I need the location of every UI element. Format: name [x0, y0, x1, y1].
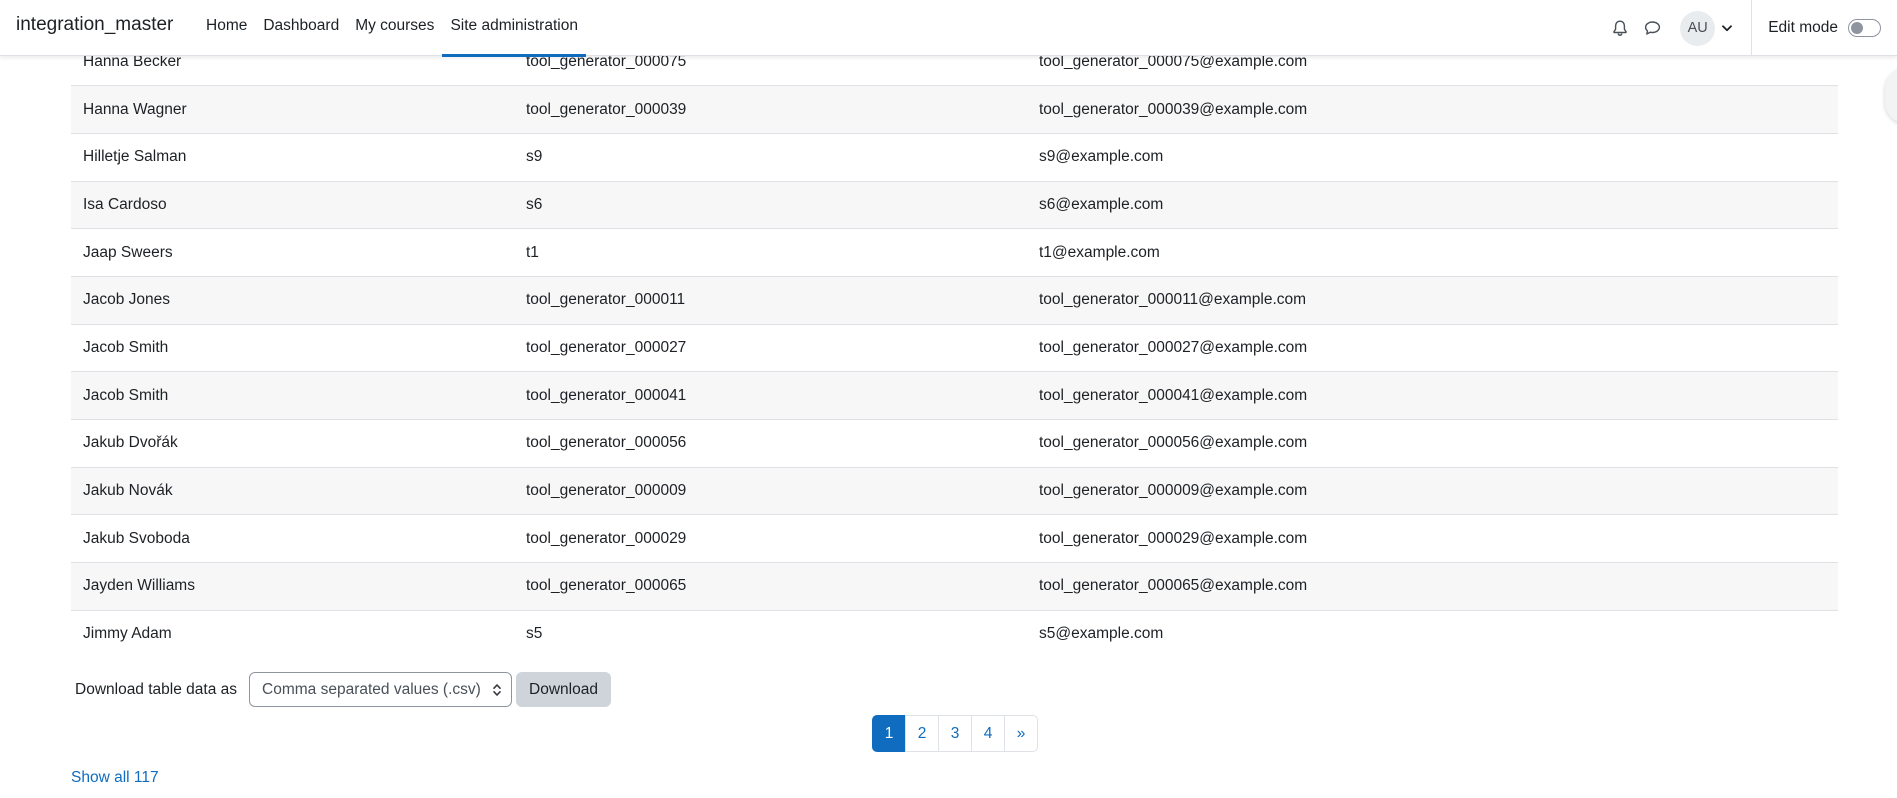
chat-bubble-icon: [1644, 21, 1660, 35]
username-cell: tool_generator_000039: [514, 85, 1027, 134]
notifications-button[interactable]: [1604, 12, 1636, 44]
users-table: Hanna Becker tool_generator_000075 tool_ge…: [71, 38, 1838, 658]
page-1-link[interactable]: 1: [872, 715, 906, 752]
username-cell: s9: [514, 133, 1027, 182]
email-cell: s9@example.com: [1027, 133, 1838, 182]
nav-home[interactable]: Home: [198, 0, 255, 56]
email-cell: tool_generator_000009@example.com: [1027, 467, 1838, 516]
user-fullname-cell: Jayden Williams: [71, 562, 514, 611]
next-page-link[interactable]: »: [1004, 715, 1038, 752]
email-cell: tool_generator_000056@example.com: [1027, 419, 1838, 468]
users-table-body: Hanna Becker tool_generator_000075 tool_ge…: [71, 38, 1838, 658]
table-row: Jacob Jones tool_generator_000011 tool_gen…: [71, 276, 1838, 325]
email-cell: tool_generator_000027@example.com: [1027, 324, 1838, 373]
email-cell: tool_generator_000029@example.com: [1027, 514, 1838, 564]
username-cell: s6: [514, 181, 1027, 230]
top-navbar: integration_master Home Dashboard My cou…: [0, 0, 1897, 57]
page-3-link[interactable]: 3: [938, 715, 972, 752]
user-menu-toggle[interactable]: AU: [1680, 10, 1733, 46]
table-row: Jakub Svoboda tool_generator_000029 tool_g…: [71, 514, 1838, 564]
table-row: Jayden Williams tool_generator_000065 tool…: [71, 562, 1838, 611]
user-fullname-cell: Jakub Dvořák: [71, 419, 514, 468]
block-drawer-toggle[interactable]: [1885, 68, 1897, 124]
email-cell: tool_generator_000065@example.com: [1027, 562, 1838, 611]
table-row: Jacob Smith tool_generator_000027 tool_gen…: [71, 324, 1838, 373]
messages-button[interactable]: [1636, 12, 1668, 44]
user-fullname-cell: Jakub Novák: [71, 467, 514, 516]
user-fullname-cell: Isa Cardoso: [71, 181, 514, 230]
page-4-link[interactable]: 4: [971, 715, 1005, 752]
avatar: AU: [1680, 10, 1716, 46]
users-table-container: Hanna Becker tool_generator_000075 tool_ge…: [71, 38, 1838, 658]
username-cell: tool_generator_000056: [514, 419, 1027, 468]
nav-site-administration[interactable]: Site administration: [442, 0, 586, 57]
username-cell: tool_generator_000009: [514, 467, 1027, 516]
table-row: Jaap Sweers t1 t1@example.com: [71, 228, 1838, 277]
show-all-link[interactable]: Show all 117: [71, 769, 159, 787]
table-row: Hanna Wagner tool_generator_000039 tool_ge…: [71, 85, 1838, 134]
download-label: Download table data as: [75, 680, 238, 698]
username-cell: tool_generator_000041: [514, 371, 1027, 420]
edit-mode-label: Edit mode: [1768, 19, 1838, 36]
username-cell: t1: [514, 228, 1027, 277]
chevron-down-icon: [1721, 22, 1733, 34]
user-fullname-cell: Jakub Svoboda: [71, 514, 514, 564]
username-cell: tool_generator_000011: [514, 276, 1027, 325]
download-form: Download table data as Comma separated v…: [75, 672, 611, 707]
username-cell: s5: [514, 610, 1027, 658]
user-fullname-cell: Hanna Wagner: [71, 85, 514, 134]
email-cell: tool_generator_000041@example.com: [1027, 371, 1838, 420]
select-caret-icon: [493, 684, 501, 696]
table-row: Jakub Dvořák tool_generator_000056 tool_ge…: [71, 419, 1838, 468]
table-row: Isa Cardoso s6 s6@example.com: [71, 181, 1838, 230]
user-fullname-cell: Hilletje Salman: [71, 133, 514, 182]
user-fullname-cell: Jacob Jones: [71, 276, 514, 325]
user-fullname-cell: Jaap Sweers: [71, 228, 514, 277]
user-fullname-cell: Jacob Smith: [71, 324, 514, 373]
user-fullname-cell: Jimmy Adam: [71, 610, 514, 658]
nav-dashboard[interactable]: Dashboard: [255, 0, 347, 56]
edit-mode-toggle[interactable]: [1848, 19, 1881, 37]
edit-mode-switch: Edit mode: [1752, 19, 1897, 37]
pagination: 1 2 3 4 »: [872, 715, 1038, 752]
table-row: Jakub Novák tool_generator_000009 tool_gen…: [71, 467, 1838, 516]
navbar-user-area: AU Edit mode: [1604, 0, 1897, 56]
bell-icon: [1613, 20, 1627, 36]
primary-navigation: Home Dashboard My courses Site administr…: [198, 0, 586, 57]
download-format-select[interactable]: Comma separated values (.csv): [249, 672, 513, 707]
email-cell: s5@example.com: [1027, 610, 1838, 658]
email-cell: tool_generator_000039@example.com: [1027, 85, 1838, 134]
site-name[interactable]: integration_master: [16, 14, 173, 36]
download-format-value: Comma separated values (.csv): [262, 681, 481, 698]
user-fullname-cell: Jacob Smith: [71, 371, 514, 420]
table-row: Jacob Smith tool_generator_000041 tool_gen…: [71, 371, 1838, 420]
toggle-knob: [1851, 22, 1863, 34]
email-cell: tool_generator_000011@example.com: [1027, 276, 1838, 325]
nav-my-courses[interactable]: My courses: [347, 0, 442, 56]
username-cell: tool_generator_000065: [514, 562, 1027, 611]
table-row: Jimmy Adam s5 s5@example.com: [71, 610, 1838, 658]
email-cell: t1@example.com: [1027, 228, 1838, 277]
username-cell: tool_generator_000029: [514, 514, 1027, 564]
page-2-link[interactable]: 2: [905, 715, 939, 752]
table-row: Hilletje Salman s9 s9@example.com: [71, 133, 1838, 182]
username-cell: tool_generator_000027: [514, 324, 1027, 373]
download-button[interactable]: Download: [516, 672, 611, 707]
email-cell: s6@example.com: [1027, 181, 1838, 230]
